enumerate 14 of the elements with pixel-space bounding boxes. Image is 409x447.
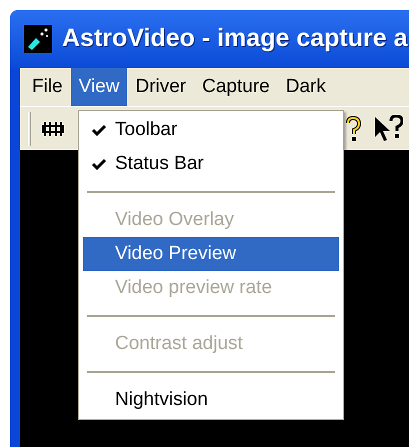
app-logo-icon: [24, 25, 52, 53]
help-icon[interactable]: [345, 116, 361, 142]
menu-item[interactable]: Driver: [127, 68, 194, 106]
menu-item[interactable]: Dark: [278, 68, 334, 106]
context-help-icon[interactable]: [373, 114, 403, 142]
window-title: AstroVideo - image capture a: [62, 23, 408, 54]
filmstrip-icon[interactable]: [41, 120, 65, 138]
menu-option[interactable]: Status Bar: [83, 147, 339, 181]
menu-item[interactable]: Capture: [194, 68, 278, 106]
menu-option[interactable]: Video Preview: [83, 237, 339, 271]
menu-item[interactable]: File: [24, 68, 71, 106]
menu-option[interactable]: Toolbar: [83, 113, 339, 147]
menu-item[interactable]: View: [70, 68, 128, 106]
menu-option[interactable]: Nightvision: [83, 383, 339, 417]
